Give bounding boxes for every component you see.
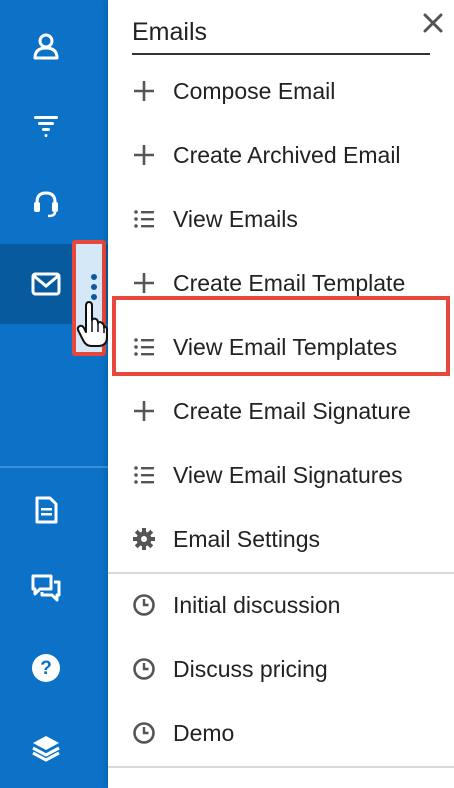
plus-icon xyxy=(130,141,158,169)
help-icon: ? xyxy=(22,644,70,692)
layers-icon xyxy=(22,724,70,772)
menu-item-label: Create Email Template xyxy=(173,269,406,296)
svg-text:?: ? xyxy=(40,658,52,679)
clock-icon xyxy=(130,719,158,747)
menu-item-view-emails[interactable]: View Emails xyxy=(108,187,454,251)
recent-item-discuss-pricing[interactable]: Discuss pricing xyxy=(108,637,454,701)
menu-item-label: Email Settings xyxy=(173,525,321,552)
plus-icon xyxy=(130,397,158,425)
list-icon xyxy=(130,333,158,361)
recent-item-label: Initial discussion xyxy=(173,591,341,618)
recent-item-demo[interactable]: Demo xyxy=(108,701,454,765)
menu-item-view-email-signatures[interactable]: View Email Signatures xyxy=(108,443,454,507)
close-icon xyxy=(422,12,444,39)
filter-icon xyxy=(22,100,70,148)
menu-title: Emails xyxy=(132,18,430,55)
sidebar-item-filter[interactable] xyxy=(0,92,108,156)
menu-item-email-settings[interactable]: Email Settings xyxy=(108,507,454,571)
sidebar-item-chat[interactable] xyxy=(0,556,108,620)
menu-item-create-archived-email[interactable]: Create Archived Email xyxy=(108,123,454,187)
emails-menu: Emails Compose Email Create Archived Ema… xyxy=(108,0,454,788)
menu-item-compose-email[interactable]: Compose Email xyxy=(108,59,454,123)
sidebar-item-help[interactable]: ? xyxy=(0,636,108,700)
menu-item-create-email-signature[interactable]: Create Email Signature xyxy=(108,379,454,443)
menu-item-label: View Email Signatures xyxy=(173,461,403,488)
recent-item-label: Discuss pricing xyxy=(173,655,328,682)
mail-icon xyxy=(22,260,70,308)
sidebar-item-support[interactable] xyxy=(0,172,108,236)
plus-icon xyxy=(130,77,158,105)
contacts-icon xyxy=(22,22,70,70)
list-icon xyxy=(130,461,158,489)
headset-icon xyxy=(22,180,70,228)
list-icon xyxy=(130,205,158,233)
clock-icon xyxy=(130,655,158,683)
document-icon xyxy=(22,486,70,534)
clock-icon xyxy=(130,591,158,619)
plus-icon xyxy=(130,269,158,297)
menu-item-label: Compose Email xyxy=(173,77,336,104)
sidebar-item-layers[interactable] xyxy=(0,716,108,780)
menu-item-label: View Email Templates xyxy=(173,333,398,360)
gear-icon xyxy=(130,525,158,553)
recent-item-label: Demo xyxy=(173,719,235,746)
menu-item-label: Create Email Signature xyxy=(173,397,411,424)
menu-item-label: Create Archived Email xyxy=(173,141,401,168)
menu-item-view-email-templates[interactable]: View Email Templates xyxy=(108,315,454,379)
sidebar-divider xyxy=(0,466,108,468)
sidebar-item-contacts[interactable] xyxy=(0,14,108,78)
sidebar-item-documents[interactable] xyxy=(0,478,108,542)
chat-icon xyxy=(22,564,70,612)
recent-item-initial-discussion[interactable]: Initial discussion xyxy=(108,573,454,637)
menu-divider xyxy=(108,766,454,768)
hand-cursor-icon xyxy=(76,300,108,348)
sidebar: ? xyxy=(0,0,108,788)
menu-item-label: View Emails xyxy=(173,205,298,232)
close-button[interactable] xyxy=(418,10,448,40)
